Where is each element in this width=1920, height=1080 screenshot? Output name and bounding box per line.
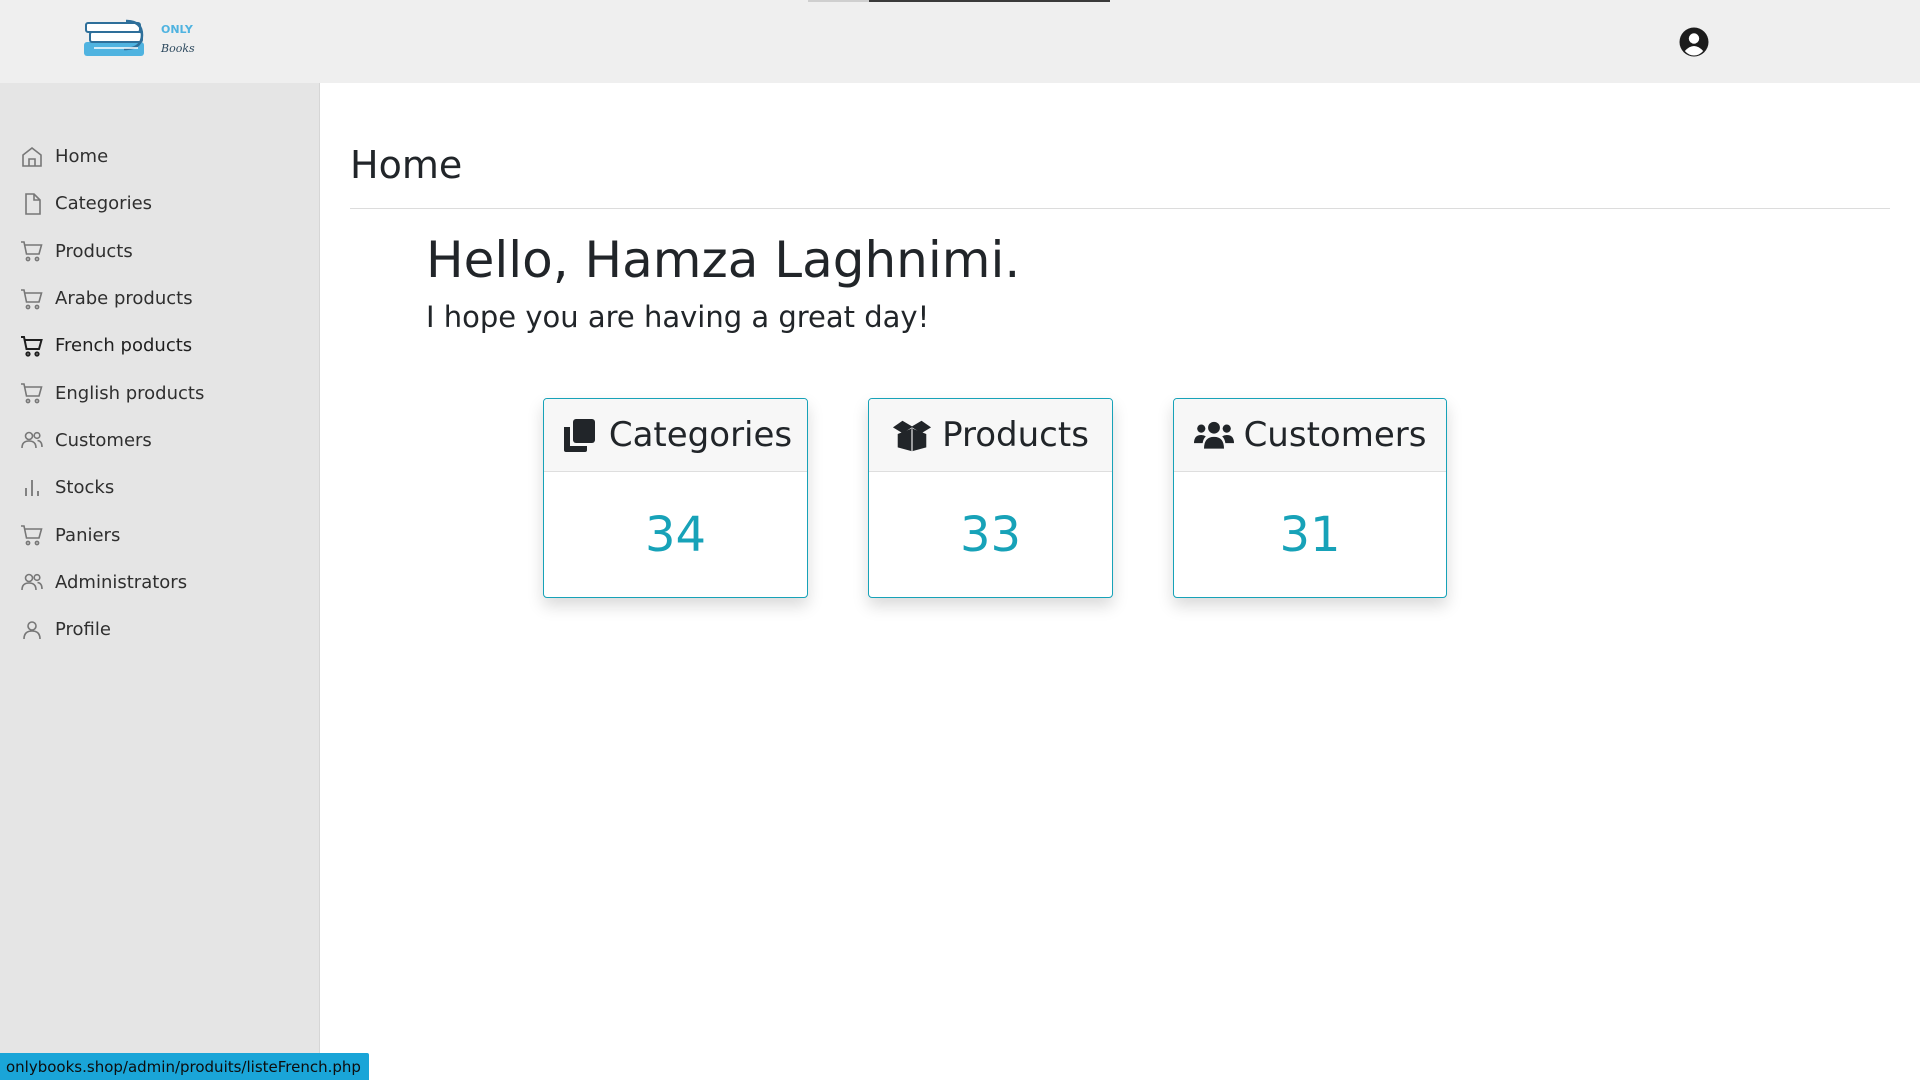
stat-card-products: Products 33 — [868, 398, 1113, 598]
copy-icon — [559, 417, 599, 453]
bar-chart-icon — [20, 476, 44, 500]
house-icon — [20, 145, 44, 169]
sidebar-item-categories[interactable]: Categories — [0, 180, 320, 227]
sidebar-item-label: Arabe products — [55, 288, 193, 310]
card-title: Categories — [608, 415, 793, 455]
status-url: onlybooks.shop/admin/produits/listeFrenc… — [6, 1057, 361, 1076]
greeting-subtext: I hope you are having a great day! — [426, 300, 930, 334]
logo-text-books: Books — [160, 42, 195, 55]
link-status-bar: onlybooks.shop/admin/produits/listeFrenc… — [0, 1053, 369, 1080]
books-logo-icon: ONLY Books — [84, 19, 195, 56]
card-title: Customers — [1243, 415, 1427, 455]
sidebar-item-label: Home — [55, 146, 109, 168]
sidebar-item-label: Administrators — [55, 571, 188, 593]
sidebar-item-label: Paniers — [55, 524, 121, 546]
card-header: Products — [869, 399, 1112, 472]
cart-icon — [20, 523, 44, 547]
sidebar-item-paniers[interactable]: Paniers — [0, 511, 320, 558]
sidebar-item-administrators[interactable]: Administrators — [0, 559, 320, 606]
logo-text-only: ONLY — [161, 23, 194, 36]
card-header: Categories — [544, 399, 807, 472]
card-body: 34 — [544, 472, 807, 597]
card-count: 31 — [1279, 507, 1341, 563]
sidebar-item-profile[interactable]: Profile — [0, 606, 320, 653]
file-icon — [20, 192, 44, 216]
account-menu-button[interactable] — [1678, 26, 1710, 58]
user-icon — [20, 618, 44, 642]
cart-icon — [20, 287, 44, 311]
page-loading-bar — [808, 0, 1110, 2]
cart-icon — [20, 334, 44, 358]
card-body: 31 — [1174, 472, 1446, 597]
box-open-icon — [892, 417, 932, 453]
loading-bar-fill — [869, 0, 1110, 2]
stat-card-customers: Customers 31 — [1173, 398, 1447, 598]
sidebar-item-label: Profile — [55, 619, 111, 641]
card-header: Customers — [1174, 399, 1446, 472]
title-divider — [350, 208, 1890, 209]
user-circle-icon — [1679, 27, 1709, 57]
stat-card-categories: Categories 34 — [543, 398, 808, 598]
sidebar-item-home[interactable]: Home — [0, 133, 320, 180]
sidebar-item-label: Customers — [55, 429, 152, 451]
sidebar-item-label: Stocks — [55, 477, 115, 499]
cart-icon — [20, 239, 44, 263]
page-title: Home — [350, 143, 463, 187]
sidebar-nav: Home Categories Products Arabe products … — [0, 133, 320, 653]
card-count: 33 — [959, 507, 1022, 563]
top-navbar: ONLY Books — [0, 0, 1920, 83]
users-solid-icon — [1193, 417, 1234, 453]
card-title: Products — [942, 415, 1089, 455]
sidebar-item-products[interactable]: Products — [0, 228, 320, 275]
sidebar-item-customers[interactable]: Customers — [0, 417, 320, 464]
sidebar-item-label: Products — [55, 240, 133, 262]
sidebar-item-stocks[interactable]: Stocks — [0, 464, 320, 511]
sidebar-item-arabe-products[interactable]: Arabe products — [0, 275, 320, 322]
greeting-heading: Hello, Hamza Laghnimi. — [426, 231, 1021, 289]
card-body: 33 — [869, 472, 1112, 597]
sidebar-item-label: French poducts — [55, 335, 193, 357]
sidebar-item-english-products[interactable]: English products — [0, 369, 320, 416]
sidebar-item-label: Categories — [55, 193, 153, 215]
sidebar-item-french-products[interactable]: French poducts — [0, 322, 320, 369]
cart-icon — [20, 381, 44, 405]
brand-logo[interactable]: ONLY Books — [82, 18, 202, 60]
card-count: 34 — [644, 507, 707, 563]
users-icon — [20, 428, 44, 452]
sidebar: Home Categories Products Arabe products … — [0, 83, 320, 1080]
users-icon — [20, 570, 44, 594]
sidebar-item-label: English products — [55, 382, 205, 404]
